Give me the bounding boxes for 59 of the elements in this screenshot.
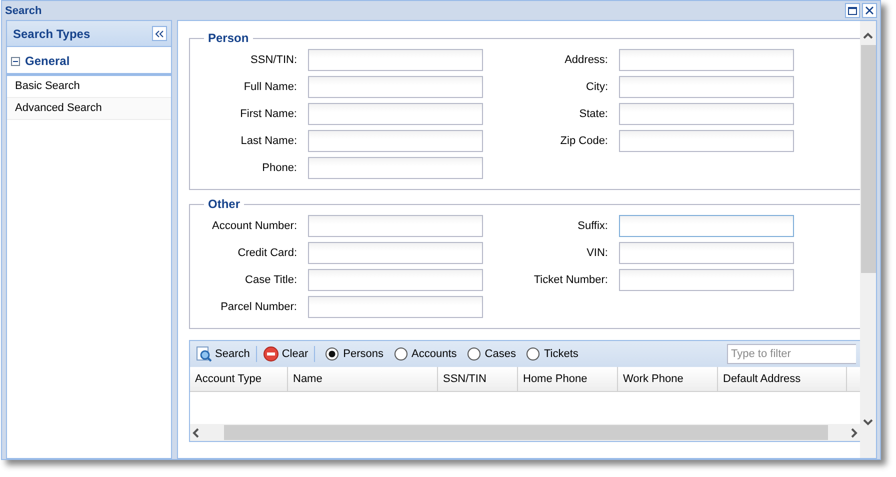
input-field[interactable] (308, 269, 483, 291)
input-field[interactable] (308, 157, 483, 179)
panel-title: Search Types (13, 26, 92, 40)
column-header[interactable]: Default Address (718, 367, 847, 391)
sidebar-item[interactable]: Advanced Search (7, 98, 171, 120)
input-field[interactable] (308, 49, 483, 71)
window-title: Search (5, 4, 43, 16)
field-label: Credit Card: (236, 247, 298, 259)
input-field[interactable] (308, 296, 483, 318)
input-field[interactable] (308, 130, 483, 152)
field-label: State: (578, 108, 609, 120)
input-field[interactable] (619, 76, 794, 98)
field-label: Zip Code: (559, 135, 609, 147)
magnifier-icon (196, 346, 212, 362)
field-label: Case Title: (244, 274, 298, 286)
radio-button[interactable]: Cases (466, 347, 516, 361)
field-label: Ticket Number: (532, 274, 609, 286)
input-field[interactable] (619, 130, 794, 152)
input-field[interactable] (619, 242, 794, 264)
field-label: VIN: (586, 247, 609, 259)
field-label: SSN/TIN: (250, 54, 298, 66)
field-label: Address: (564, 54, 609, 66)
input-field[interactable] (308, 103, 483, 125)
search-button[interactable]: Search (194, 346, 252, 362)
column-header[interactable]: Work Phone (618, 367, 718, 391)
radio-button[interactable]: Persons (325, 347, 384, 361)
field-label: Full Name: (242, 81, 298, 93)
clear-button[interactable]: Clear (260, 346, 310, 362)
column-header[interactable]: Home Phone (518, 367, 618, 391)
field-label: Phone: (261, 162, 298, 174)
field-label: First Name: (239, 108, 298, 120)
section-title: Other (207, 197, 242, 211)
input-field[interactable] (308, 76, 483, 98)
minus-icon[interactable] (11, 56, 20, 66)
input-field[interactable] (619, 269, 794, 291)
input-field[interactable] (619, 49, 794, 71)
field-label: City: (585, 81, 609, 93)
field-label: Last Name: (240, 135, 298, 147)
maximize-icon[interactable] (845, 3, 860, 18)
filter-field[interactable]: Type to filter (727, 344, 856, 364)
scrollbar-thumb[interactable] (860, 45, 876, 273)
input-field[interactable] (308, 242, 483, 264)
close-icon[interactable] (862, 3, 877, 18)
radio-button[interactable]: Tickets (526, 347, 578, 361)
field-label: Account Number: (211, 220, 298, 232)
scrollbar-thumb[interactable] (224, 425, 828, 440)
collapse-icon[interactable] (152, 26, 167, 41)
column-header[interactable]: Account Type (190, 367, 288, 391)
group-title[interactable]: General (25, 54, 70, 68)
section-title: Person (207, 31, 250, 45)
field-label: Suffix: (576, 220, 609, 232)
input-field[interactable] (619, 103, 794, 125)
field-label: Parcel Number: (220, 301, 298, 313)
stop-icon (262, 346, 279, 362)
radio-button[interactable]: Accounts (394, 347, 457, 361)
column-header[interactable]: Name (288, 367, 438, 391)
input-field[interactable] (619, 215, 794, 237)
input-field[interactable] (308, 215, 483, 237)
column-header[interactable]: SSN/TIN (438, 367, 518, 391)
